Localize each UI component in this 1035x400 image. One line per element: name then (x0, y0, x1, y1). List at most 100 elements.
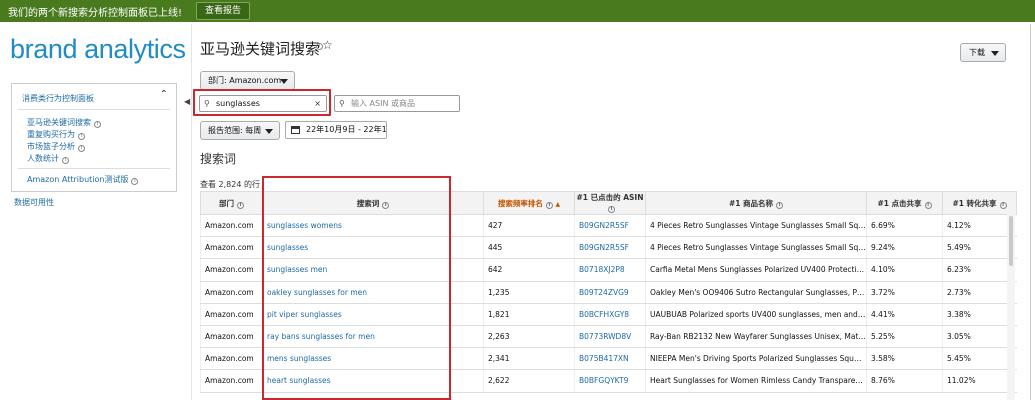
cell-click-share: 6.69% (866, 214, 943, 238)
row-count: 查看 2,824 的行 (200, 180, 260, 189)
cell-click-share: 3.72% (866, 281, 943, 304)
caret-down-icon (280, 79, 288, 84)
cell-asin[interactable]: B09GN2R5SF (574, 236, 646, 260)
data-availability-link[interactable]: 数据可用性 (14, 197, 54, 208)
cell-conversion-share: 6.23% (942, 258, 1017, 282)
column-header-click-share[interactable]: #1 点击共享 i (866, 191, 943, 215)
clear-icon[interactable]: × (314, 96, 321, 111)
cell-product-name: NIEEPA Men's Driving Sports Polarized Su… (645, 347, 867, 371)
cell-conversion-share: 2.73% (942, 281, 1017, 304)
search-term-value: sunglasses (216, 99, 260, 108)
cell-rank: 1,821 (483, 303, 575, 326)
cell-rank: 2,263 (483, 325, 575, 349)
sidebar-item-keyword-search[interactable]: 亚马逊关键词搜索 i (27, 117, 101, 128)
cell-rank: 2,341 (483, 347, 575, 371)
cell-conversion-share: 5.45% (942, 347, 1017, 371)
cell-rank: 642 (483, 258, 575, 282)
sidebar-panel: 消费类行为控制面板 ⌃ 亚马逊关键词搜索 i 重复购买行为 i 市场篮子分析 i 人数… (11, 83, 177, 192)
column-header-search-rank[interactable]: 搜索频率排名 i ▲ (483, 191, 575, 215)
info-icon: i (776, 201, 784, 209)
info-icon: i (78, 133, 85, 140)
cell-asin[interactable]: B0773RWD8V (574, 325, 646, 349)
cell-department: Amazon.com (200, 369, 263, 393)
cell-department: Amazon.com (200, 214, 263, 238)
section-title: 搜索词 (200, 152, 237, 166)
info-icon: i (545, 201, 553, 209)
sidebar-item-demographics[interactable]: 人数统计 i (27, 153, 69, 164)
cell-rank: 427 (483, 214, 575, 238)
info-icon: i (924, 201, 932, 209)
column-header-product-name[interactable]: #1 商品名称 i (645, 191, 867, 215)
brand-analytics-logo: brand analytics (10, 34, 186, 64)
cell-product-name: Ray-Ban RB2132 New Wayfarer Sunglasses U… (645, 325, 867, 349)
info-icon: i (608, 206, 615, 213)
highlight-box (262, 176, 451, 400)
sidebar-item-repeat-purchase[interactable]: 重复购买行为 i (27, 129, 85, 140)
asin-placeholder: 输入 ASIN 或商品 (351, 99, 415, 108)
cell-department: Amazon.com (200, 303, 263, 326)
search-icon: ⚲ (204, 99, 210, 108)
cell-asin[interactable]: B09GN2R5SF (574, 214, 646, 238)
announcement-banner: 我们的两个新搜索分析控制面板已上线! 查看报告 (0, 0, 1035, 22)
cell-conversion-share: 3.38% (942, 303, 1017, 326)
asin-input[interactable]: ⚲ 输入 ASIN 或商品 (334, 95, 460, 112)
cell-product-name: Heart Sunglasses for Women Rimless Candy… (645, 369, 867, 393)
cell-click-share: 8.76% (866, 369, 943, 393)
sidebar-item-market-basket[interactable]: 市场篮子分析 i (27, 141, 85, 152)
cell-product-name: Carfia Metal Mens Sunglasses Polarized U… (645, 258, 867, 282)
cell-click-share: 4.41% (866, 303, 943, 326)
cell-product-name: Oakley Men's OO9406 Sutro Rectangular Su… (645, 281, 867, 304)
cell-department: Amazon.com (200, 236, 263, 260)
department-dropdown[interactable]: 部门: Amazon.com (200, 71, 295, 90)
cell-conversion-share: 4.12% (942, 214, 1017, 238)
cell-rank: 445 (483, 236, 575, 260)
cell-asin[interactable]: B075B417XN (574, 347, 646, 371)
cell-product-name: UAUBUAB Polarized sports UV400 sunglasse… (645, 303, 867, 326)
cell-asin[interactable]: B0718XJ2P8 (574, 258, 646, 282)
column-header-clicked-asin[interactable]: #1 已点击的 ASIN i (574, 191, 646, 215)
caret-down-icon (265, 129, 273, 134)
cell-click-share: 5.25% (866, 325, 943, 349)
collapse-sidebar-icon[interactable]: ◀ (184, 97, 190, 106)
divider (18, 109, 170, 110)
info-icon: i (237, 201, 244, 209)
sidebar-header[interactable]: 消费类行为控制面板 (22, 93, 94, 104)
page-title: 亚马逊关键词搜索 (200, 40, 321, 58)
sidebar-item-attribution[interactable]: Amazon Attribution测试版 i (27, 174, 139, 185)
cell-rank: 1,235 (483, 281, 575, 304)
caret-down-icon (991, 51, 999, 56)
view-report-button[interactable]: 查看报告 (196, 2, 251, 20)
cell-asin[interactable]: B0BFGQYKT9 (574, 369, 646, 393)
cell-department: Amazon.com (200, 258, 263, 282)
info-icon: i (999, 201, 1007, 209)
star-icon[interactable]: ☆ (322, 38, 333, 52)
download-button[interactable]: 下载 (960, 43, 1006, 62)
cell-department: Amazon.com (200, 281, 263, 304)
report-range-dropdown[interactable]: 报告范围: 每周 (200, 121, 280, 140)
divider (191, 24, 192, 400)
cell-rank: 2,622 (483, 369, 575, 393)
cell-asin[interactable]: B0BCFHXGY8 (574, 303, 646, 326)
cell-conversion-share: 5.49% (942, 236, 1017, 260)
cell-asin[interactable]: B09T24ZVG9 (574, 281, 646, 304)
divider (18, 168, 170, 169)
sort-ascending-icon: ▲ (555, 200, 561, 208)
cell-conversion-share: 11.02% (942, 369, 1017, 393)
search-term-input[interactable]: ⚲ sunglasses × (199, 95, 327, 112)
cell-department: Amazon.com (200, 325, 263, 349)
info-icon: i (78, 145, 85, 152)
date-picker[interactable]: 22年10月9日 - 22年10月15日 (285, 121, 387, 139)
search-icon: ⚲ (339, 99, 345, 108)
calendar-icon (291, 126, 300, 134)
cell-department: Amazon.com (200, 347, 263, 371)
scrollbar-thumb[interactable] (1009, 216, 1013, 266)
cell-click-share: 3.58% (866, 347, 943, 371)
info-icon: i (94, 121, 101, 128)
cell-conversion-share: 3.05% (942, 325, 1017, 349)
info-icon: i (62, 157, 69, 164)
column-header-conversion-share[interactable]: #1 转化共享 i (942, 191, 1017, 215)
chevron-up-icon[interactable]: ⌃ (160, 89, 168, 100)
divider (1030, 24, 1031, 400)
info-icon: i (131, 178, 139, 185)
column-header-department[interactable]: 部门 i (200, 191, 263, 215)
